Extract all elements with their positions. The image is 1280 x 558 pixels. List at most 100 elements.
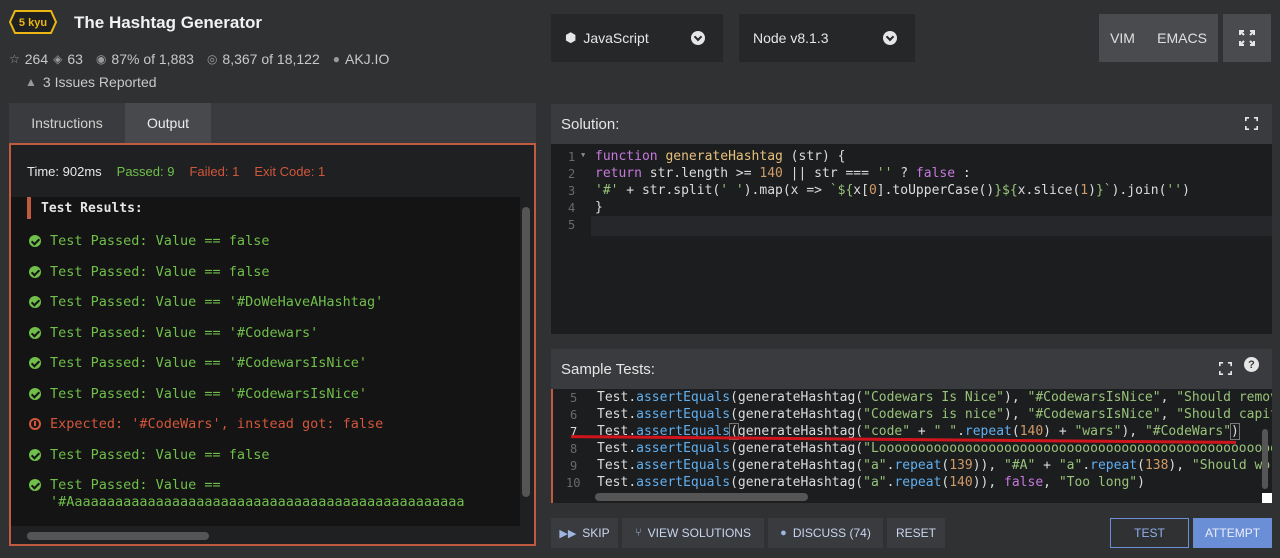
target-icon: ◎ — [206, 52, 218, 66]
tab-output[interactable]: Output — [125, 103, 211, 143]
check-circle-icon — [29, 327, 41, 339]
emacs-toggle[interactable]: EMACS — [1157, 30, 1207, 46]
satisfaction-stat: ◉ 87% of 1,883 — [96, 51, 194, 67]
result-line: Test Passed: Value == '#CodewarsIsNice' — [29, 386, 367, 402]
error-circle-icon — [29, 418, 41, 430]
shield-icon: ⬢ — [565, 30, 577, 45]
skip-button[interactable]: ▶▶ SKIP — [551, 518, 618, 548]
language-select[interactable]: ⬢ JavaScript — [551, 14, 723, 62]
check-circle-icon — [29, 449, 41, 461]
solution-title: Solution: — [561, 115, 620, 133]
chevron-down-icon — [691, 31, 705, 45]
passed-count: Passed: 9 — [116, 163, 175, 179]
attempt-button[interactable]: ATTEMPT — [1193, 518, 1272, 548]
line-number: 1 — [568, 150, 576, 164]
runtime-select[interactable]: Node v8.1.3 — [739, 14, 915, 62]
kata-stats: ☆ 264 ◈ 63 ◉ 87% of 1,883 ◎ 8,367 of 18,… — [9, 51, 402, 67]
expand-icon — [1239, 30, 1255, 46]
check-circle-icon — [29, 235, 41, 247]
fast-forward-icon: ▶▶ — [559, 527, 577, 540]
result-text: '#Aaaaaaaaaaaaaaaaaaaaaaaaaaaaaaaaaaaaaa… — [50, 494, 465, 510]
author-name: AKJ.IO — [344, 51, 390, 67]
results-heading: Test Results: — [27, 197, 143, 219]
result-line-error: Expected: '#CodeWars', instead got: fals… — [29, 416, 383, 432]
line-number: 3 — [568, 184, 576, 198]
result-line: Test Passed: Value == '#DoWeHaveAHashtag… — [29, 294, 383, 310]
result-text: Test Passed: Value == — [50, 477, 221, 493]
eye-icon: ◉ — [95, 52, 107, 66]
stars-count: 264 — [24, 51, 49, 67]
kyu-label: 5 kyu — [19, 17, 47, 29]
test-results: Test Results: Test Passed: Value == fals… — [11, 197, 520, 526]
check-circle-icon — [29, 357, 41, 369]
results-vertical-scrollbar[interactable] — [522, 207, 530, 497]
check-circle-icon — [29, 266, 41, 278]
result-line: Test Passed: Value == false — [29, 447, 269, 463]
kyu-badge: 5 kyu — [8, 10, 58, 34]
result-text: Test Passed: Value == false — [50, 447, 270, 463]
collections-stat[interactable]: ◈ 63 — [53, 51, 83, 67]
result-text: Test Passed: Value == '#CodewarsIsNice' — [50, 386, 367, 402]
view-solutions-label: VIEW SOLUTIONS — [647, 526, 751, 540]
output-summary: Time: 902ms Passed: 9 Failed: 1 Exit Cod… — [11, 145, 534, 197]
run-time: Time: 902ms — [27, 163, 102, 179]
author-stat[interactable]: ● AKJ.IO — [333, 51, 390, 67]
line-number: 6 — [570, 408, 578, 422]
code-line: return str.length >= 140 || str === '' ?… — [595, 166, 971, 181]
runtime-value: Node v8.1.3 — [753, 30, 829, 46]
help-icon[interactable]: ? — [1244, 357, 1259, 372]
tab-instructions[interactable]: Instructions — [9, 103, 125, 143]
active-line-highlight — [591, 216, 1272, 236]
discuss-button[interactable]: ● DISCUSS (74) — [768, 518, 883, 548]
exit-code: Exit Code: 1 — [254, 163, 326, 179]
code-line: Test.assertEquals(generateHashtag("a".re… — [597, 475, 1145, 490]
issues-link[interactable]: ▲ 3 Issues Reported — [25, 74, 157, 90]
satisfaction-value: 87% of 1,883 — [111, 51, 194, 67]
result-text: Test Passed: Value == false — [50, 233, 270, 249]
check-circle-icon — [29, 479, 41, 491]
result-line-continued: '#Aaaaaaaaaaaaaaaaaaaaaaaaaaaaaaaaaaaaaa… — [50, 494, 465, 510]
code-line: Test.assertEquals(generateHashtag("Codew… — [597, 390, 1272, 405]
sample-tests-title: Sample Tests: — [561, 360, 655, 378]
vim-toggle[interactable]: VIM — [1110, 30, 1135, 46]
result-text: Test Passed: Value == '#Codewars' — [50, 325, 319, 341]
completed-stat: ◎ 8,367 of 18,122 — [207, 51, 320, 67]
result-text: Expected: '#CodeWars', instead got: fals… — [50, 416, 384, 432]
test-button[interactable]: TEST — [1110, 518, 1189, 548]
sample-tests-header: Sample Tests: ? — [551, 349, 1272, 389]
tests-horizontal-scrollbar[interactable] — [595, 493, 808, 501]
result-line: Test Passed: Value == — [29, 477, 221, 493]
line-number: 9 — [570, 459, 578, 473]
code-line: } — [595, 200, 603, 215]
fork-icon: ⑂ — [635, 527, 642, 539]
tests-vertical-scrollbar[interactable] — [1262, 429, 1268, 489]
star-icon: ☆ — [9, 52, 20, 66]
view-solutions-button[interactable]: ⑂ VIEW SOLUTIONS — [622, 518, 764, 548]
scroll-corner — [1262, 493, 1272, 503]
fold-arrow-icon[interactable]: ▼ — [581, 151, 585, 159]
expand-icon[interactable] — [1245, 117, 1258, 130]
results-horizontal-scrollbar[interactable] — [27, 532, 209, 540]
reset-button[interactable]: RESET — [887, 518, 945, 548]
line-number: 8 — [570, 442, 578, 456]
line-number: 5 — [568, 218, 576, 232]
code-line: Test.assertEquals(generateHashtag("a".re… — [597, 458, 1272, 473]
line-number: 2 — [568, 167, 576, 181]
fullscreen-button[interactable] — [1223, 14, 1271, 62]
result-line: Test Passed: Value == '#CodewarsIsNice' — [29, 355, 367, 371]
result-text: Test Passed: Value == '#CodewarsIsNice' — [50, 355, 367, 371]
code-line: function generateHashtag (str) { — [595, 149, 846, 164]
stars-stat[interactable]: ☆ 264 — [9, 51, 48, 67]
solution-editor[interactable]: 1 2 3 4 5 ▼ function generateHashtag (st… — [551, 144, 1272, 334]
layers-icon: ◈ — [53, 52, 63, 66]
language-value: JavaScript — [583, 30, 649, 46]
code-line: Test.assertEquals(generateHashtag("Codew… — [597, 407, 1272, 422]
expand-icon[interactable] — [1219, 362, 1232, 375]
sample-tests-editor[interactable]: 5 6 7 8 9 10 Test.assertEquals(generateH… — [551, 389, 1272, 503]
discuss-label: DISCUSS (74) — [792, 526, 871, 540]
result-line: Test Passed: Value == false — [29, 233, 269, 249]
collections-count: 63 — [67, 51, 83, 67]
kata-title[interactable]: The Hashtag Generator — [74, 13, 262, 33]
failed-count: Failed: 1 — [189, 163, 240, 179]
completed-value: 8,367 of 18,122 — [222, 51, 320, 67]
